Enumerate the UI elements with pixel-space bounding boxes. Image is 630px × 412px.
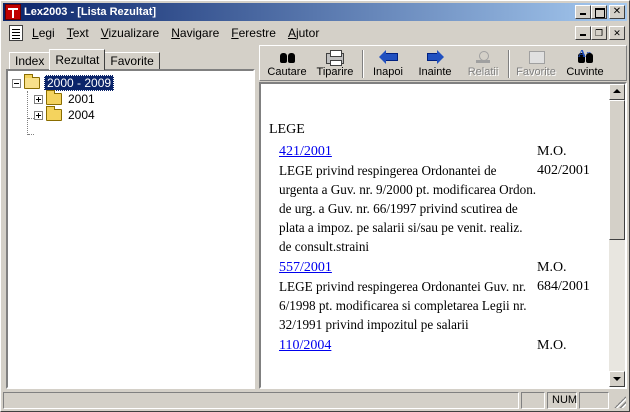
law-description: LEGE privind respingerea Ordonantei de u…: [279, 163, 537, 254]
tab-rezultat[interactable]: Rezultat: [49, 49, 106, 70]
document-content: LEGE 421/2001 LEGE privind respingerea O…: [269, 120, 609, 357]
resize-grip[interactable]: [614, 396, 626, 408]
search-label: Cautare: [267, 66, 307, 78]
relations-button[interactable]: Relatii: [463, 47, 503, 80]
favorites-label: Favorite: [516, 66, 556, 78]
folder-icon: [46, 106, 62, 121]
maximize-button[interactable]: [591, 5, 607, 19]
tab-favorite[interactable]: Favorite: [104, 52, 160, 70]
forward-label: Inainte: [418, 66, 452, 78]
window-title: Lex2003 - [Lista Rezultat]: [24, 6, 157, 18]
status-panel-scroll: [579, 392, 609, 409]
menu-text[interactable]: Text: [62, 26, 96, 40]
child-restore-button[interactable]: ❐: [591, 25, 607, 40]
words-button[interactable]: Aa Cuvinte: [563, 47, 607, 80]
scroll-up-button[interactable]: [609, 84, 625, 100]
close-button[interactable]: ✕: [609, 5, 625, 19]
document-icon[interactable]: [9, 24, 23, 41]
expand-icon[interactable]: [34, 94, 43, 104]
binoculars-icon: [278, 50, 296, 64]
vertical-scrollbar[interactable]: [609, 84, 625, 387]
tree-node-label[interactable]: 2004: [66, 108, 97, 122]
navigation-pane: Index Rezultat Favorite 2000 - 2009 2001…: [5, 45, 255, 389]
scroll-thumb[interactable]: [609, 100, 625, 240]
back-label: Inapoi: [373, 66, 403, 78]
section-title: LEGE: [269, 122, 305, 137]
result-entry: 110/2004 M.O.: [279, 336, 609, 355]
tree-node[interactable]: 2004: [34, 106, 97, 123]
mdi-controls: ❐ ✕: [575, 25, 627, 40]
folder-icon: [46, 90, 62, 105]
tab-index[interactable]: Index: [9, 52, 51, 70]
arrow-left-icon: [379, 50, 398, 64]
toolbar-separator: [362, 50, 364, 78]
tree-line: [28, 134, 34, 135]
tree-node-root[interactable]: 2000 - 2009: [12, 74, 115, 91]
back-button[interactable]: Inapoi: [368, 47, 408, 80]
result-tree[interactable]: 2000 - 2009 2001 2004: [6, 69, 255, 389]
print-button[interactable]: Tiparire: [313, 47, 357, 80]
favorites-button[interactable]: Favorite: [513, 47, 559, 80]
app-icon[interactable]: [5, 4, 21, 20]
toolbar: Cautare Tiparire Inapoi Inainte Relatii: [259, 45, 627, 81]
relations-icon: [474, 50, 492, 64]
law-link[interactable]: 557/2001: [279, 258, 537, 277]
law-link[interactable]: 110/2004: [279, 336, 537, 355]
menu-ajutor[interactable]: Ajutor: [283, 26, 326, 40]
scroll-down-button[interactable]: [609, 371, 625, 387]
tree-line: [27, 91, 28, 135]
status-bar: NUM: [3, 391, 627, 409]
child-minimize-button[interactable]: [575, 25, 591, 40]
child-close-button[interactable]: ✕: [609, 25, 625, 40]
result-entry: 557/2001 LEGE privind respingerea Ordona…: [279, 258, 609, 334]
words-glyph: Aa: [578, 48, 592, 60]
minimize-button[interactable]: [575, 5, 591, 19]
gazette-number: 684/2001: [537, 279, 590, 294]
toolbar-separator: [508, 50, 510, 78]
menu-legi[interactable]: Legi: [27, 26, 62, 40]
document-pane: Cautare Tiparire Inapoi Inainte Relatii: [259, 45, 627, 389]
relations-label: Relatii: [467, 66, 499, 78]
words-search-icon: Aa: [576, 48, 594, 64]
gazette-label: M.O.: [537, 260, 567, 275]
tree-node-label[interactable]: 2000 - 2009: [44, 75, 115, 91]
folder-open-icon: [24, 74, 40, 89]
official-gazette-ref: M.O. 402/2001: [537, 142, 607, 256]
official-gazette-ref: M.O.: [537, 336, 607, 355]
collapse-icon[interactable]: [12, 78, 21, 88]
law-link[interactable]: 421/2001: [279, 142, 537, 161]
result-entry: 421/2001 LEGE privind respingerea Ordona…: [279, 142, 609, 256]
tree-node-label[interactable]: 2001: [66, 92, 97, 106]
status-panel-caps: [521, 392, 545, 409]
arrow-right-icon: [426, 50, 444, 64]
gazette-number: 402/2001: [537, 163, 590, 178]
printer-icon: [326, 50, 344, 66]
expand-icon[interactable]: [34, 110, 43, 120]
gazette-label: M.O.: [537, 144, 567, 159]
tree-node[interactable]: 2001: [34, 90, 97, 107]
menu-bar: Legi Text Vizualizare Navigare Ferestre …: [3, 23, 627, 42]
menu-ferestre[interactable]: Ferestre: [226, 26, 283, 40]
law-description: LEGE privind respingerea Ordonantei Guv.…: [279, 279, 527, 332]
official-gazette-ref: M.O. 684/2001: [537, 258, 607, 334]
num-lock-indicator: NUM: [547, 392, 577, 409]
print-label: Tiparire: [316, 66, 354, 78]
menu-navigare[interactable]: Navigare: [166, 26, 226, 40]
menu-vizualizare[interactable]: Vizualizare: [96, 26, 167, 40]
words-label: Cuvinte: [566, 66, 604, 78]
gazette-label: M.O.: [537, 338, 567, 353]
result-document: LEGE 421/2001 LEGE privind respingerea O…: [259, 82, 627, 389]
app-window: Lex2003 - [Lista Rezultat] ✕ Legi Text V…: [0, 0, 630, 412]
tab-strip: Index Rezultat Favorite: [9, 48, 160, 70]
favorites-icon: [527, 50, 545, 64]
forward-button[interactable]: Inainte: [414, 47, 456, 80]
search-button[interactable]: Cautare: [264, 47, 310, 80]
status-message: [3, 392, 519, 409]
title-bar[interactable]: Lex2003 - [Lista Rezultat] ✕: [3, 3, 627, 21]
